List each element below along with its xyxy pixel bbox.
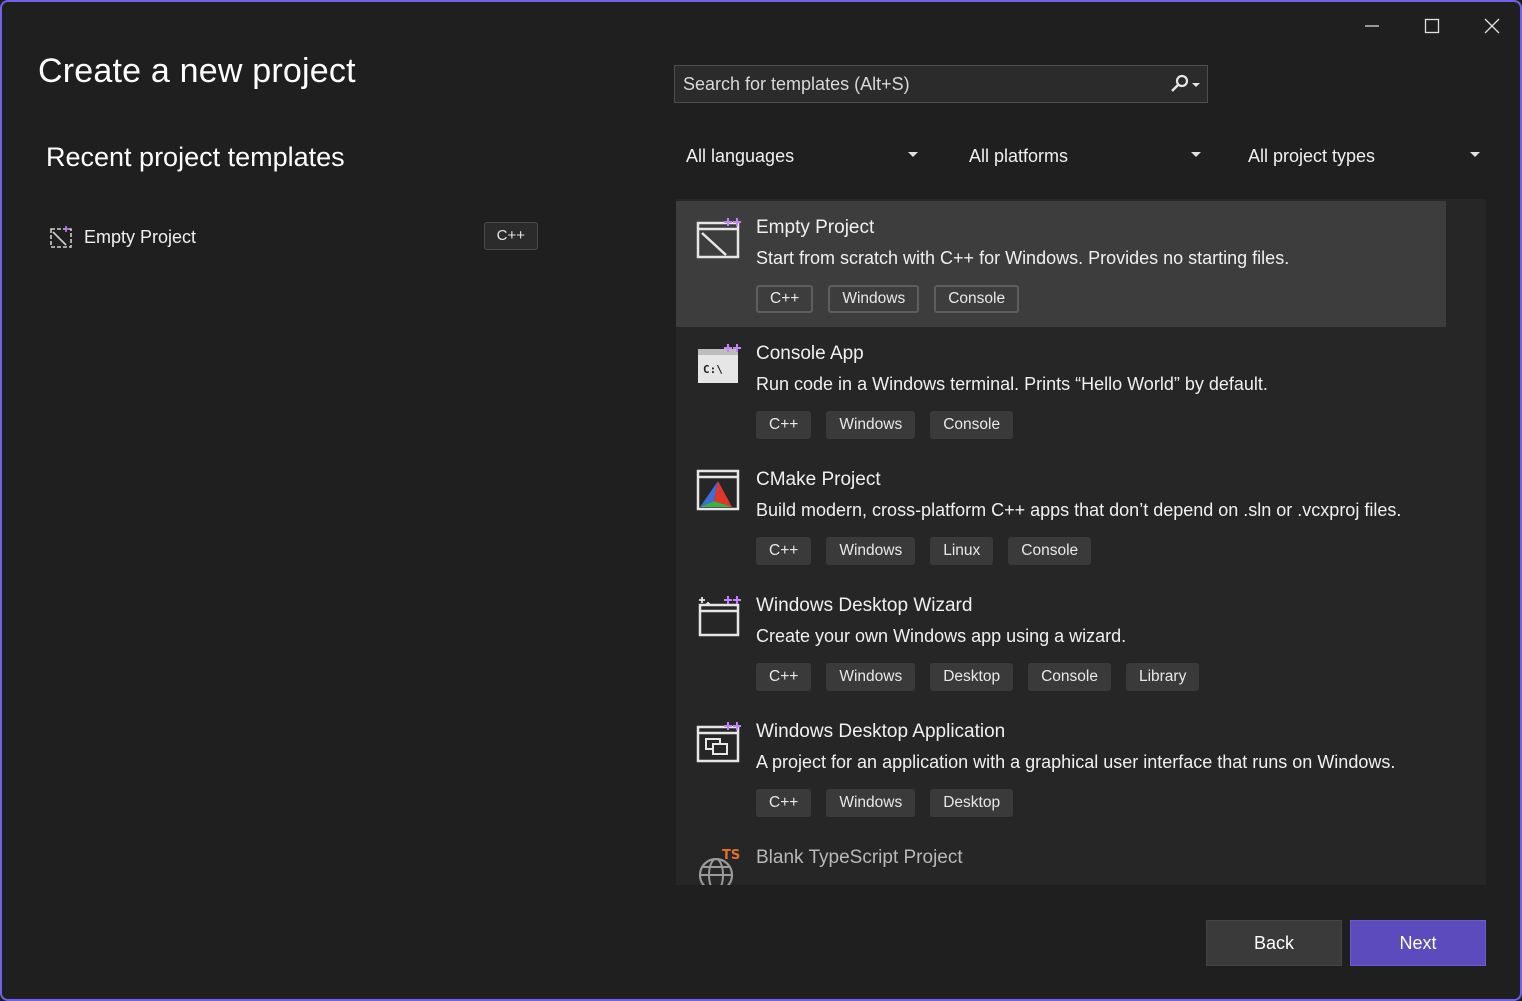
tag-cpp: C++ [756, 789, 812, 817]
recent-templates-title: Recent project templates [46, 142, 345, 172]
tag-console: Console [934, 285, 1020, 313]
template-tags: C++ Windows Desktop [756, 789, 1014, 817]
close-icon [1484, 18, 1500, 34]
platform-filter-label: All platforms [969, 145, 1069, 166]
project-type-filter[interactable]: All project types [1248, 140, 1480, 172]
tag-cpp: C++ [756, 411, 812, 439]
tag-console: Console [930, 411, 1014, 439]
tag-desktop: Desktop [930, 789, 1014, 817]
template-name: CMake Project [756, 469, 881, 490]
template-list-scrollbar[interactable] [1448, 199, 1486, 885]
template-name: Console App [756, 343, 864, 364]
template-description: Run code in a Windows terminal. Prints “… [756, 374, 1268, 394]
template-name: Windows Desktop Application [756, 721, 1006, 742]
svg-text:C:\: C:\ [703, 363, 723, 376]
template-tags: C++ Windows Console [756, 285, 1020, 313]
template-search [674, 65, 1208, 103]
platform-filter[interactable]: All platforms [969, 140, 1201, 172]
console-app-icon: C:\ [698, 344, 741, 383]
template-description: Create your own Windows app using a wiza… [756, 626, 1127, 646]
template-item[interactable]: Windows Desktop Wizard Create your own W… [676, 579, 1446, 705]
search-icon [1171, 74, 1200, 92]
minimize-button[interactable] [1342, 8, 1402, 44]
language-filter-label: All languages [686, 145, 795, 166]
back-button[interactable]: Back [1206, 920, 1342, 966]
template-tags: C++ Windows Console [756, 411, 1014, 439]
wizard-icon [698, 596, 741, 637]
chevron-down-icon [908, 152, 918, 157]
template-tags: C++ Windows Linux Console [756, 537, 1092, 565]
page-title: Create a new project [38, 52, 356, 90]
template-description: Build modern, cross-platform C++ apps th… [756, 500, 1402, 520]
empty-project-icon [696, 218, 741, 259]
cmake-icon [696, 469, 740, 511]
tag-console: Console [1008, 537, 1092, 565]
tag-desktop: Desktop [930, 663, 1014, 691]
template-item[interactable]: C:\ Console App Run code in a Windows te… [676, 327, 1446, 453]
close-button[interactable] [1462, 8, 1520, 44]
next-button[interactable]: Next [1350, 920, 1486, 966]
minimize-icon [1365, 25, 1379, 27]
search-input[interactable] [675, 66, 1161, 102]
tag-cpp: C++ [756, 663, 812, 691]
template-list: Empty Project Start from scratch with C+… [676, 199, 1486, 885]
chevron-down-icon [1470, 152, 1480, 157]
template-tags: C++ Windows Desktop Console Library [756, 663, 1200, 691]
template-description: Start from scratch with C++ for Windows.… [756, 248, 1290, 268]
recent-item-tag: C++ [483, 222, 538, 250]
maximize-button[interactable] [1402, 8, 1462, 44]
recent-item-empty-project[interactable]: Empty Project C++ [48, 220, 540, 254]
tag-windows: Windows [826, 663, 916, 691]
template-item[interactable]: Windows Desktop Application A project fo… [676, 705, 1446, 831]
template-description: A project for an application with a grap… [756, 752, 1396, 772]
tag-windows: Windows [828, 285, 920, 313]
tag-windows: Windows [826, 537, 916, 565]
tag-windows: Windows [826, 411, 916, 439]
template-item[interactable]: Empty Project Start from scratch with C+… [676, 201, 1446, 327]
tag-cpp: C++ [756, 537, 812, 565]
template-item[interactable]: CMake Project Build modern, cross-platfo… [676, 453, 1446, 579]
chevron-down-icon [1191, 152, 1201, 157]
recent-item-label: Empty Project [84, 226, 197, 247]
svg-text:TS: TS [722, 848, 740, 863]
tag-cpp: C++ [756, 285, 814, 313]
template-name: Empty Project [756, 217, 875, 238]
create-project-window: Create a new project Recent project temp… [0, 0, 1522, 1001]
tag-windows: Windows [826, 789, 916, 817]
template-item[interactable]: TS Blank TypeScript Project [676, 831, 1446, 885]
tag-console: Console [1028, 663, 1111, 691]
typescript-project-icon: TS [698, 848, 740, 885]
empty-project-icon [50, 226, 72, 248]
tag-linux: Linux [930, 537, 994, 565]
maximize-icon [1424, 18, 1440, 34]
template-name: Blank TypeScript Project [756, 847, 963, 868]
project-type-filter-label: All project types [1248, 145, 1376, 166]
tag-library: Library [1125, 663, 1200, 691]
template-name: Windows Desktop Wizard [756, 595, 973, 616]
search-options-button[interactable] [1161, 66, 1207, 102]
desktop-app-icon [696, 722, 741, 763]
language-filter[interactable]: All languages [686, 140, 918, 172]
